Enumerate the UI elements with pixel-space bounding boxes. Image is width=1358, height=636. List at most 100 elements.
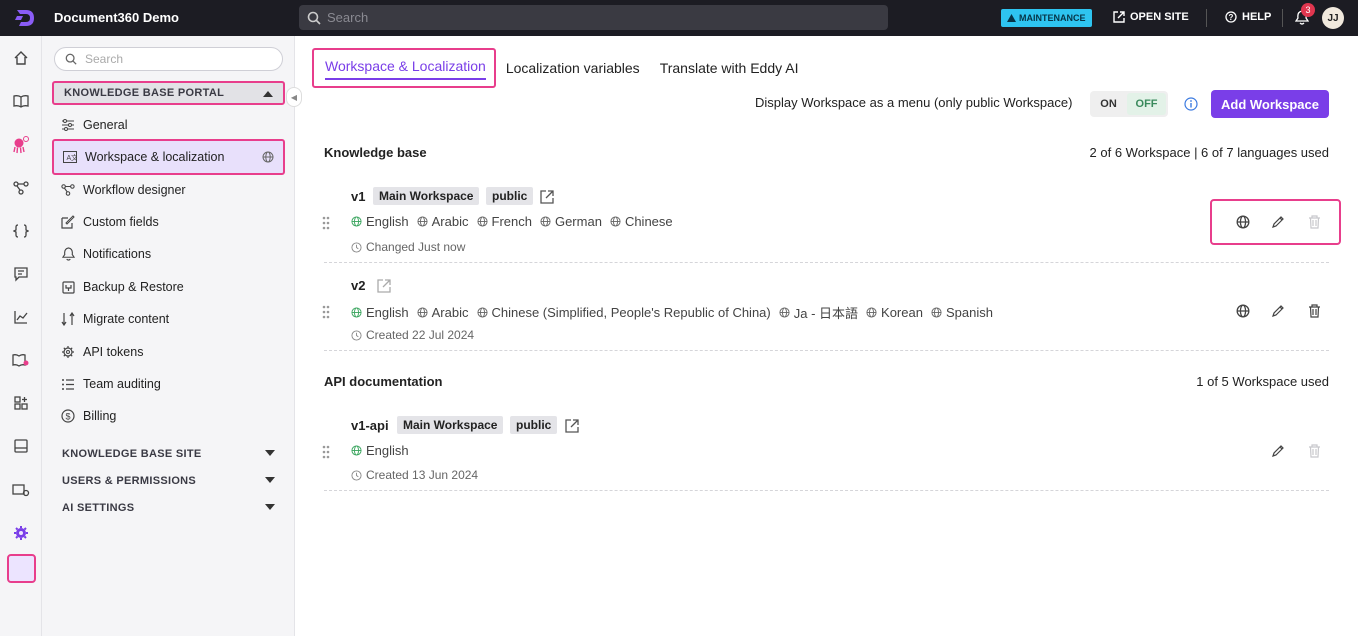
app-title[interactable]: Document360 Demo (54, 10, 179, 25)
sidebar-item-label: Workflow designer (83, 183, 186, 197)
sidebar-item-billing[interactable]: $ Billing (52, 402, 285, 430)
migrate-icon (61, 312, 75, 326)
toggle-on[interactable]: ON (1090, 98, 1127, 110)
info-icon[interactable] (1184, 97, 1198, 111)
help-button[interactable]: ? HELP (1225, 11, 1271, 23)
display-menu-toggle[interactable]: ON OFF (1090, 91, 1168, 117)
help-label: HELP (1242, 11, 1272, 23)
sidebar-item-label: Custom fields (83, 215, 159, 229)
drag-handle-icon[interactable] (322, 305, 330, 319)
language-item: Chinese (Simplified, People's Republic o… (476, 305, 771, 320)
toggle-off[interactable]: OFF (1127, 93, 1166, 115)
language-label: English (366, 214, 409, 229)
language-label: Spanish (945, 305, 993, 320)
sidebar-item-backup-restore[interactable]: Backup & Restore (52, 273, 285, 301)
section-knowledge-base-site[interactable]: KNOWLEDGE BASE SITE (52, 442, 285, 466)
sidebar-item-general[interactable]: General (52, 111, 285, 139)
globe-icon (476, 216, 488, 227)
edit-pencil-icon[interactable] (1269, 302, 1287, 320)
tag-main-workspace: Main Workspace (373, 187, 480, 205)
tag-public: public (510, 416, 558, 434)
widgets-icon[interactable] (12, 394, 30, 412)
globe-action-icon[interactable] (1234, 213, 1252, 231)
sidebar-item-workspace-localization[interactable]: A文 Workspace & localization (52, 139, 285, 175)
code-braces-icon[interactable] (12, 222, 30, 240)
sidebar-item-notifications[interactable]: Notifications (52, 240, 285, 268)
sidebar-item-custom-fields[interactable]: Custom fields (52, 208, 285, 236)
language-label: Korean (881, 305, 923, 320)
sidebar-item-team-auditing[interactable]: Team auditing (52, 370, 285, 398)
svg-text:$: $ (65, 412, 70, 422)
settings-display-icon[interactable] (12, 481, 30, 499)
section-ai-settings[interactable]: AI SETTINGS (52, 496, 285, 520)
svg-text:?: ? (1229, 13, 1234, 22)
sidebar-item-label: Notifications (83, 247, 152, 261)
external-link-icon[interactable] (564, 418, 580, 434)
section-title-api-documentation: API documentation (324, 374, 443, 389)
home-icon[interactable] (12, 49, 30, 67)
kb-site-icon[interactable] (12, 351, 30, 369)
globe-action-icon[interactable] (1234, 302, 1252, 320)
globe-icon (540, 216, 551, 227)
backup-icon (61, 280, 75, 294)
language-list: English (351, 443, 417, 458)
global-search[interactable] (299, 5, 888, 30)
octopus-icon[interactable] (12, 136, 30, 154)
sidebar-item-migrate-content[interactable]: Migrate content (52, 305, 285, 333)
sidebar-item-label: Team auditing (83, 377, 161, 391)
external-link-icon[interactable] (376, 278, 392, 294)
language-label: Arabic (431, 305, 469, 320)
drag-handle-icon[interactable] (322, 216, 330, 230)
section-label: KNOWLEDGE BASE SITE (62, 448, 202, 460)
globe-icon (779, 307, 790, 318)
language-label: Chinese (Simplified, People's Republic o… (491, 305, 771, 320)
workspace-row-v2: v2 English Arabic Chinese (Simplified, P… (322, 264, 1329, 351)
tab-localization-variables[interactable]: Localization variables (506, 60, 640, 76)
language-label: German (554, 214, 602, 229)
translate-icon: A文 (63, 150, 77, 164)
language-label: English (366, 305, 409, 320)
workflow-icon[interactable] (12, 179, 30, 197)
sidebar-item-label: Backup & Restore (83, 280, 184, 294)
tab-bar: Workspace & Localization Localization va… (312, 48, 818, 88)
sidebar-search[interactable] (54, 47, 283, 71)
edit-pencil-icon[interactable] (1269, 442, 1287, 460)
divider (1282, 9, 1283, 27)
document360-logo[interactable] (14, 8, 36, 28)
drag-handle-icon[interactable] (322, 445, 330, 459)
delete-trash-icon[interactable] (1305, 302, 1323, 320)
language-label: Arabic (431, 214, 469, 229)
tag-main-workspace: Main Workspace (397, 416, 504, 434)
globe-icon (610, 216, 621, 227)
language-item: English (351, 443, 409, 458)
book-icon[interactable] (12, 92, 30, 110)
sidebar-search-input[interactable] (85, 52, 265, 66)
tab-translate-eddy-ai[interactable]: Translate with Eddy AI (660, 60, 799, 76)
section-title-knowledge-base: Knowledge base (324, 145, 427, 160)
section-label: USERS & PERMISSIONS (62, 475, 197, 487)
caret-up-icon (263, 91, 273, 97)
add-workspace-button[interactable]: Add Workspace (1211, 90, 1329, 118)
workspace-name: v1 (351, 189, 366, 204)
clock-icon (351, 241, 362, 253)
sidebar-item-api-tokens[interactable]: API tokens (52, 338, 285, 366)
external-link-icon[interactable] (539, 189, 555, 205)
chat-icon[interactable] (12, 265, 30, 283)
language-item: French (476, 214, 532, 229)
language-item: Ja - 日本語 (779, 303, 858, 322)
tab-workspace-localization[interactable]: Workspace & Localization (312, 48, 496, 88)
maintenance-label: MAINTENANCE (1019, 13, 1086, 23)
open-site-button[interactable]: OPEN SITE (1113, 11, 1189, 23)
sidebar-item-workflow-designer[interactable]: Workflow designer (52, 176, 285, 204)
section-users-permissions[interactable]: USERS & PERMISSIONS (52, 469, 285, 493)
global-search-input[interactable] (327, 10, 847, 25)
maintenance-badge[interactable]: MAINTENANCE (1001, 9, 1092, 27)
section-knowledge-base-portal[interactable]: KNOWLEDGE BASE PORTAL (52, 81, 285, 105)
edit-pencil-icon[interactable] (1269, 213, 1287, 231)
section-label: KNOWLEDGE BASE PORTAL (64, 87, 225, 99)
user-avatar[interactable]: JJ (1322, 7, 1344, 29)
top-bar: Document360 Demo MAINTENANCE OPEN SITE ?… (0, 0, 1358, 36)
drive-icon[interactable] (12, 437, 30, 455)
settings-icon[interactable] (12, 524, 30, 542)
analytics-icon[interactable] (12, 308, 30, 326)
